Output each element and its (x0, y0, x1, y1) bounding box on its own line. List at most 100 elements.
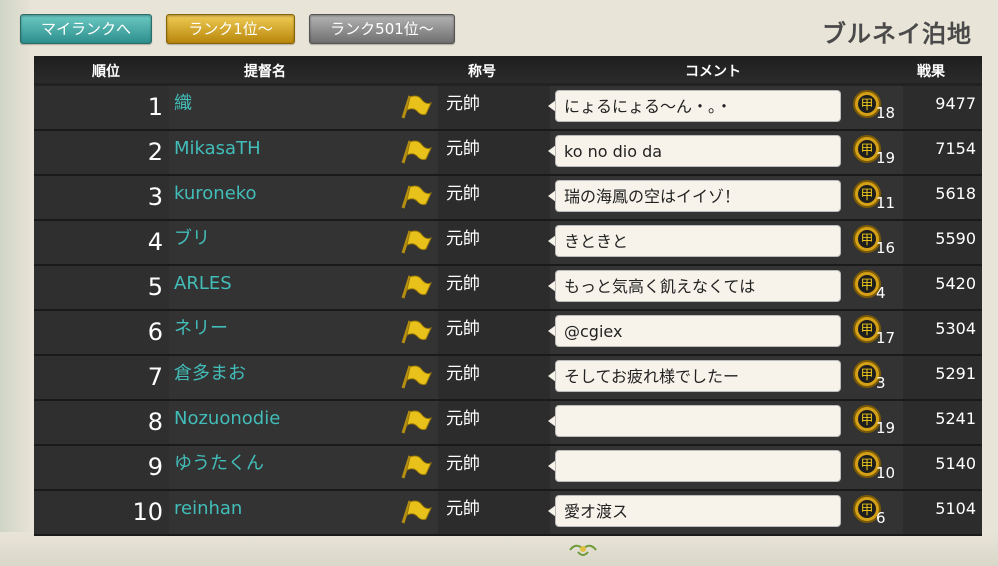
rank-number: 6 (34, 311, 169, 354)
admiral-name: Nozuonodie (174, 408, 281, 429)
admiral-flag-icon (400, 409, 432, 435)
header-title: 称号 (468, 64, 496, 80)
score-cell: 5420 (903, 266, 982, 309)
admiral-flag-icon (400, 184, 432, 210)
medal-count: 10 (876, 464, 896, 482)
score-cell: 5304 (903, 311, 982, 354)
comment-bubble: @cgiex (555, 315, 841, 347)
svg-text:甲: 甲 (860, 143, 873, 158)
header-name: 提督名 (244, 64, 286, 80)
score-cell: 5291 (903, 356, 982, 399)
svg-text:甲: 甲 (860, 458, 873, 473)
comment-bubble: きときと (555, 225, 841, 257)
rank-number: 4 (34, 221, 169, 264)
rank-number: 5 (34, 266, 169, 309)
table-row[interactable]: 7 倉多まお 元帥 そしてお疲れ様でしたー 甲 3 5291 (34, 356, 982, 399)
medal-count: 11 (876, 194, 896, 212)
admiral-flag-icon (400, 454, 432, 480)
admiral-flag-icon (400, 319, 432, 345)
score-cell: 5590 (903, 221, 982, 264)
score-cell: 9477 (903, 86, 982, 129)
table-row[interactable]: 4 ブリ 元帥 きときと 甲 16 5590 (34, 221, 982, 264)
rank-number: 9 (34, 446, 169, 489)
title-cell: 元帥 (438, 491, 550, 534)
title-cell: 元帥 (438, 131, 550, 174)
table-row[interactable]: 10 reinhan 元帥 愛オ渡ス 甲 6 5104 (34, 491, 982, 534)
ranking-table: 順位 提督名 称号 コメント 戦果 1 織元帥 にょるにょる～ん・。・甲 18 9477… (34, 56, 982, 536)
medal-count: 18 (876, 104, 896, 122)
admiral-flag-icon (400, 229, 432, 255)
row-divider (34, 534, 982, 536)
svg-text:甲: 甲 (860, 413, 873, 428)
medal-count: 19 (876, 419, 896, 437)
background-bottom (0, 532, 998, 566)
medal-count: 3 (876, 374, 886, 392)
svg-text:甲: 甲 (860, 233, 873, 248)
admiral-name: ブリ (174, 228, 210, 249)
tab-my-rank[interactable]: マイランクへ (20, 14, 152, 44)
table-row[interactable]: 6 ネリー 元帥 @cgiex 甲 17 5304 (34, 311, 982, 354)
score-cell: 5104 (903, 491, 982, 534)
score-cell: 7154 (903, 131, 982, 174)
admiral-name: ネリー (174, 318, 228, 339)
rank-number: 3 (34, 176, 169, 219)
admiral-name: MikasaTH (174, 138, 261, 159)
rank-number: 2 (34, 131, 169, 174)
leaf-ornament-icon (569, 544, 597, 556)
medal-count: 17 (876, 329, 896, 347)
title-cell: 元帥 (438, 86, 550, 129)
comment-bubble: ko no dio da (555, 135, 841, 167)
header-rank: 順位 (92, 64, 120, 80)
medal-count: 19 (876, 149, 896, 167)
comment-bubble: もっと気高く飢えなくては (555, 270, 841, 302)
admiral-flag-icon (400, 94, 432, 120)
table-row[interactable]: 3 kuroneko 元帥 瑞の海鳳の空はイイゾ！ 甲 11 5618 (34, 176, 982, 219)
admiral-name: kuroneko (174, 183, 257, 204)
title-cell: 元帥 (438, 221, 550, 264)
medal-count: 16 (876, 239, 896, 257)
rank-number: 1 (34, 86, 169, 129)
table-header: 順位 提督名 称号 コメント 戦果 (34, 56, 982, 83)
rank-number: 8 (34, 401, 169, 444)
table-row[interactable]: 2 MikasaTH 元帥 ko no dio da 甲 19 7154 (34, 131, 982, 174)
rank-number: 10 (34, 491, 169, 534)
title-cell: 元帥 (438, 446, 550, 489)
base-name: ブルネイ泊地 (822, 19, 972, 48)
admiral-name: 倉多まお (174, 363, 246, 384)
admiral-name: reinhan (174, 498, 243, 519)
svg-text:甲: 甲 (860, 98, 873, 113)
table-row[interactable]: 5 ARLES 元帥 もっと気高く飢えなくては 甲 4 5420 (34, 266, 982, 309)
admiral-flag-icon (400, 364, 432, 390)
table-row[interactable]: 8 Nozuonodie 元帥 甲 19 5241 (34, 401, 982, 444)
title-cell: 元帥 (438, 266, 550, 309)
tab-rank-1[interactable]: ランク1位～ (166, 14, 295, 44)
score-cell: 5140 (903, 446, 982, 489)
admiral-name: 織 (174, 93, 192, 114)
table-row[interactable]: 1 織 元帥 にょるにょる～ん・。・ 甲 18 9477 (34, 86, 982, 129)
title-cell: 元帥 (438, 401, 550, 444)
title-cell: 元帥 (438, 311, 550, 354)
medal-count: 4 (876, 284, 886, 302)
table-row[interactable]: 9 ゆうたくん 元帥 甲 10 5140 (34, 446, 982, 489)
admiral-flag-icon (400, 274, 432, 300)
comment-bubble: そしてお疲れ様でしたー (555, 360, 841, 392)
title-cell: 元帥 (438, 356, 550, 399)
header-score: 戦果 (917, 64, 945, 80)
tab-rank-501[interactable]: ランク501位～ (309, 14, 455, 44)
svg-text:甲: 甲 (860, 368, 873, 383)
admiral-name: ARLES (174, 273, 232, 294)
rank-number: 7 (34, 356, 169, 399)
comment-bubble: 瑞の海鳳の空はイイゾ！ (555, 180, 841, 212)
svg-text:甲: 甲 (860, 323, 873, 338)
admiral-name: ゆうたくん (174, 453, 264, 474)
svg-text:甲: 甲 (860, 278, 873, 293)
admiral-flag-icon (400, 499, 432, 525)
svg-text:甲: 甲 (860, 503, 873, 518)
comment-bubble: 愛オ渡ス (555, 495, 841, 527)
comment-bubble (555, 405, 841, 437)
comment-bubble (555, 450, 841, 482)
comment-bubble: にょるにょる～ん・。・ (555, 90, 841, 122)
admiral-flag-icon (400, 139, 432, 165)
svg-text:甲: 甲 (860, 188, 873, 203)
header-comment: コメント (685, 64, 741, 80)
